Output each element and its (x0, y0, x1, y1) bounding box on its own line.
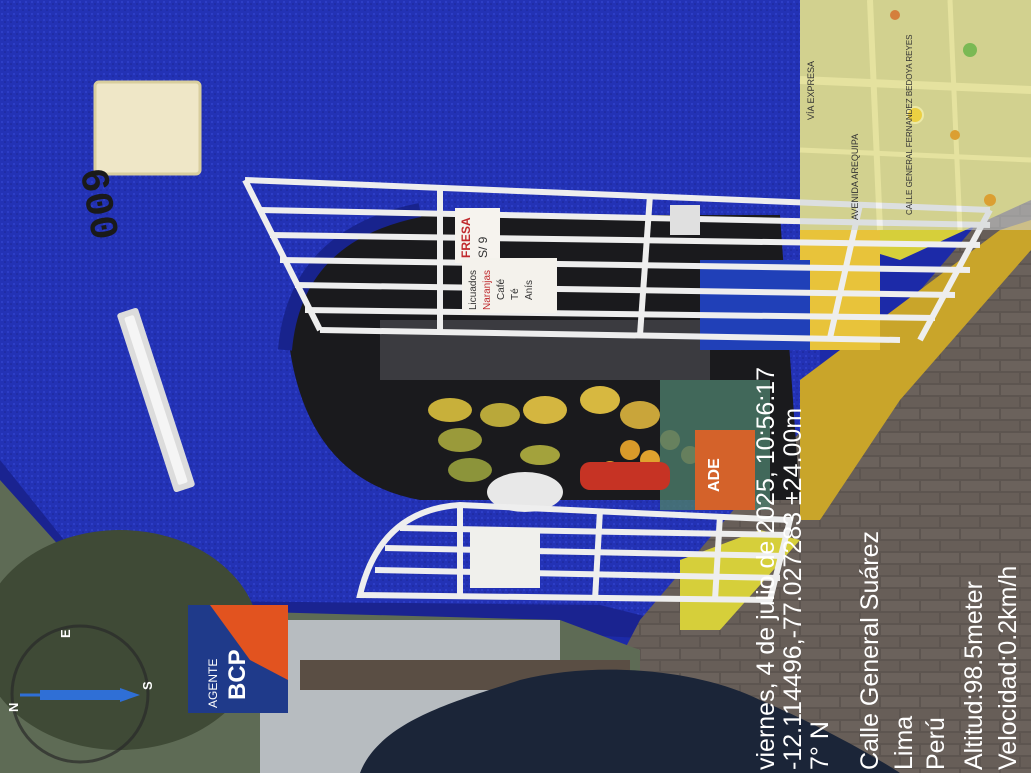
gate-lock (670, 205, 700, 235)
compass-n: N (6, 702, 21, 712)
fire-extinguisher (580, 462, 670, 490)
bcp-logo-text: BCP (224, 649, 251, 700)
gps-datetime: viernes, 4 de julio de 2025, 10:56:17 (752, 366, 780, 770)
orange-crate (695, 430, 755, 510)
lower-paper-sign (470, 528, 540, 588)
menu-line-1: Licuados (468, 269, 479, 310)
fresa-text: FRESA (459, 217, 473, 258)
gps-country: Perú (922, 717, 950, 770)
compass-e: E (58, 629, 73, 638)
compass-s: S (140, 681, 155, 690)
photo-scene: 600 AGENTE BCP FRESA S/ 9 Licuados Naran… (0, 0, 1031, 773)
gps-speed: Velocidad:0.2km/h (994, 565, 1022, 770)
menu-line-4: Té (510, 288, 521, 300)
map-street-1: VÍA EXPRESA (806, 60, 816, 120)
gps-altitude: Altitud:98.5meter (960, 581, 988, 770)
menu-line-3: Café (496, 278, 507, 300)
gps-coordinates: -12.114496,-77.027283 ±24.00m (779, 407, 807, 770)
fresa-price-text: S/ 9 (476, 236, 490, 258)
ade-brand-text: ADE (706, 458, 723, 492)
bcp-agent-label: AGENTE (206, 658, 220, 708)
map-street-2: AVENIDA AREQUIPA (850, 133, 860, 220)
mini-map (799, 0, 1031, 231)
gps-heading: 7° N (806, 721, 834, 770)
menu-line-5: Anís (524, 279, 535, 300)
map-street-3: CALLE GENERAL FERNANDEZ BEDOYA REYES (905, 34, 914, 216)
menu-line-2: Naranjas (482, 269, 493, 310)
house-number-plate (93, 80, 202, 176)
gps-city: Lima (890, 715, 918, 770)
gps-street: Calle General Suárez (856, 530, 884, 770)
